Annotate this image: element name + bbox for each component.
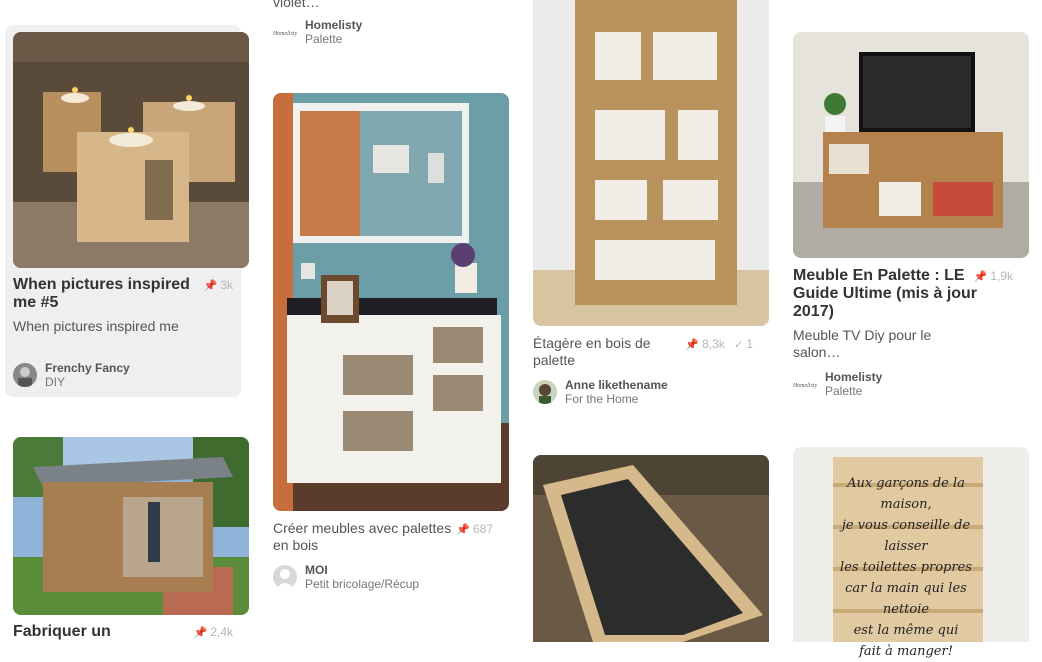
repin-count: 📌 1,9k: [974, 269, 1013, 283]
check-icon: ✓: [734, 339, 744, 351]
sign-line: fait à manger!: [859, 644, 953, 659]
white-pallet-console-image: [273, 93, 509, 511]
pin-title[interactable]: Meuble En Palette : LE Guide Ultime (mis…: [793, 267, 981, 321]
repin-count: 📌 2,4k: [194, 625, 233, 639]
pin-image[interactable]: [793, 32, 1029, 258]
sign-line: je vous conseille de laisser: [841, 518, 971, 554]
like-count-value: 1: [746, 337, 753, 351]
pin-icon: 📌: [973, 271, 988, 283]
pin-card[interactable]: Étagère en bois de palette 📌 8,3k ✓ 1 Anne…: [525, 0, 769, 415]
avatar[interactable]: [13, 363, 37, 387]
repin-count-value: 2,4k: [210, 625, 233, 639]
pin-attribution[interactable]: Homelisty Homelisty Palette: [273, 18, 493, 46]
candle-blocks-image: [13, 32, 249, 268]
pin-image[interactable]: [533, 0, 769, 326]
pin-icon: 📌: [685, 339, 700, 351]
board-name[interactable]: Palette: [825, 384, 862, 398]
pin-attribution[interactable]: Frenchy Fancy DIY: [13, 361, 233, 389]
pallet-tv-stand-image: [793, 32, 1029, 258]
repin-count: 📌 3k: [204, 278, 233, 292]
pin-icon: 📌: [193, 627, 208, 639]
pin-icon: 📌: [456, 524, 470, 536]
svg-text:Homelisty: Homelisty: [273, 31, 297, 37]
repin-count-value: 1,9k: [990, 269, 1013, 283]
homelisty-logo-icon[interactable]: Homelisty: [273, 20, 297, 44]
sign-text: Aux garçons de la maison, je vous consei…: [831, 473, 981, 662]
pinner-name[interactable]: Homelisty: [305, 18, 362, 32]
pin-card[interactable]: Aux garçons de la maison, je vous consei…: [785, 447, 1029, 659]
board-name[interactable]: For the Home: [565, 392, 638, 406]
repin-count-value: 687: [472, 522, 493, 536]
homelisty-logo-icon[interactable]: Homelisty: [793, 372, 817, 396]
sign-line: les toilettes propres: [840, 560, 972, 575]
pin-image[interactable]: [13, 437, 249, 615]
pin-title[interactable]: When pictures inspired me #5: [13, 276, 201, 312]
svg-text:Homelisty: Homelisty: [793, 383, 817, 389]
pin-card[interactable]: When pictures inspired me #5 📌 3k When pi…: [5, 25, 249, 397]
pallet-chicken-coop-image: [13, 437, 249, 615]
pin-card[interactable]: violet… Homelisty Homelisty Palette: [265, 0, 501, 60]
board-name[interactable]: Petit bricolage/Récup: [305, 577, 419, 591]
pin-card[interactable]: [525, 455, 769, 642]
sign-line: car la main qui les nettoie: [845, 581, 967, 617]
pin-description: When pictures inspired me: [13, 318, 179, 334]
pin-image[interactable]: [533, 455, 769, 642]
pin-attribution[interactable]: MOI Petit bricolage/Récup: [273, 563, 493, 591]
repin-count: 📌 8,3k ✓ 1: [685, 337, 753, 351]
sign-line: Aux garçons de la maison,: [847, 476, 965, 512]
repin-count-value: 3k: [220, 278, 233, 292]
avatar[interactable]: [533, 380, 557, 404]
pinner-name[interactable]: Anne likethename: [565, 378, 668, 392]
pin-attribution[interactable]: Homelisty Homelisty Palette: [793, 370, 1013, 398]
pinner-name[interactable]: Frenchy Fancy: [45, 361, 130, 375]
pin-image[interactable]: [273, 93, 509, 511]
pin-icon: 📌: [203, 280, 218, 292]
pin-description: violet…: [273, 0, 320, 10]
pinner-name[interactable]: MOI: [305, 563, 328, 577]
pin-attribution[interactable]: Anne likethename For the Home: [533, 378, 753, 406]
pallet-planter-box-image: [533, 455, 769, 642]
pin-card[interactable]: Fabriquer un 📌 2,4k: [5, 437, 249, 642]
sign-line: est la même qui: [853, 623, 959, 638]
pin-description: Meuble TV Diy pour le salon…: [793, 327, 932, 360]
pin-title[interactable]: Fabriquer un: [13, 623, 201, 641]
pin-description[interactable]: Créer meubles avec palettes en bois: [273, 520, 461, 554]
pin-card[interactable]: Créer meubles avec palettes en bois 📌 687…: [265, 93, 509, 603]
pallet-bookshelf-image: [533, 0, 769, 326]
pin-card[interactable]: Meuble En Palette : LE Guide Ultime (mis…: [785, 32, 1029, 402]
repin-count: 📌 687: [456, 522, 493, 536]
board-name[interactable]: DIY: [45, 375, 65, 389]
pin-image[interactable]: [13, 32, 249, 268]
avatar[interactable]: [273, 565, 297, 589]
pin-description[interactable]: Étagère en bois de palette: [533, 335, 665, 369]
repin-count-value: 8,3k: [702, 337, 725, 351]
pinner-name[interactable]: Homelisty: [825, 370, 882, 384]
board-name[interactable]: Palette: [305, 32, 342, 46]
